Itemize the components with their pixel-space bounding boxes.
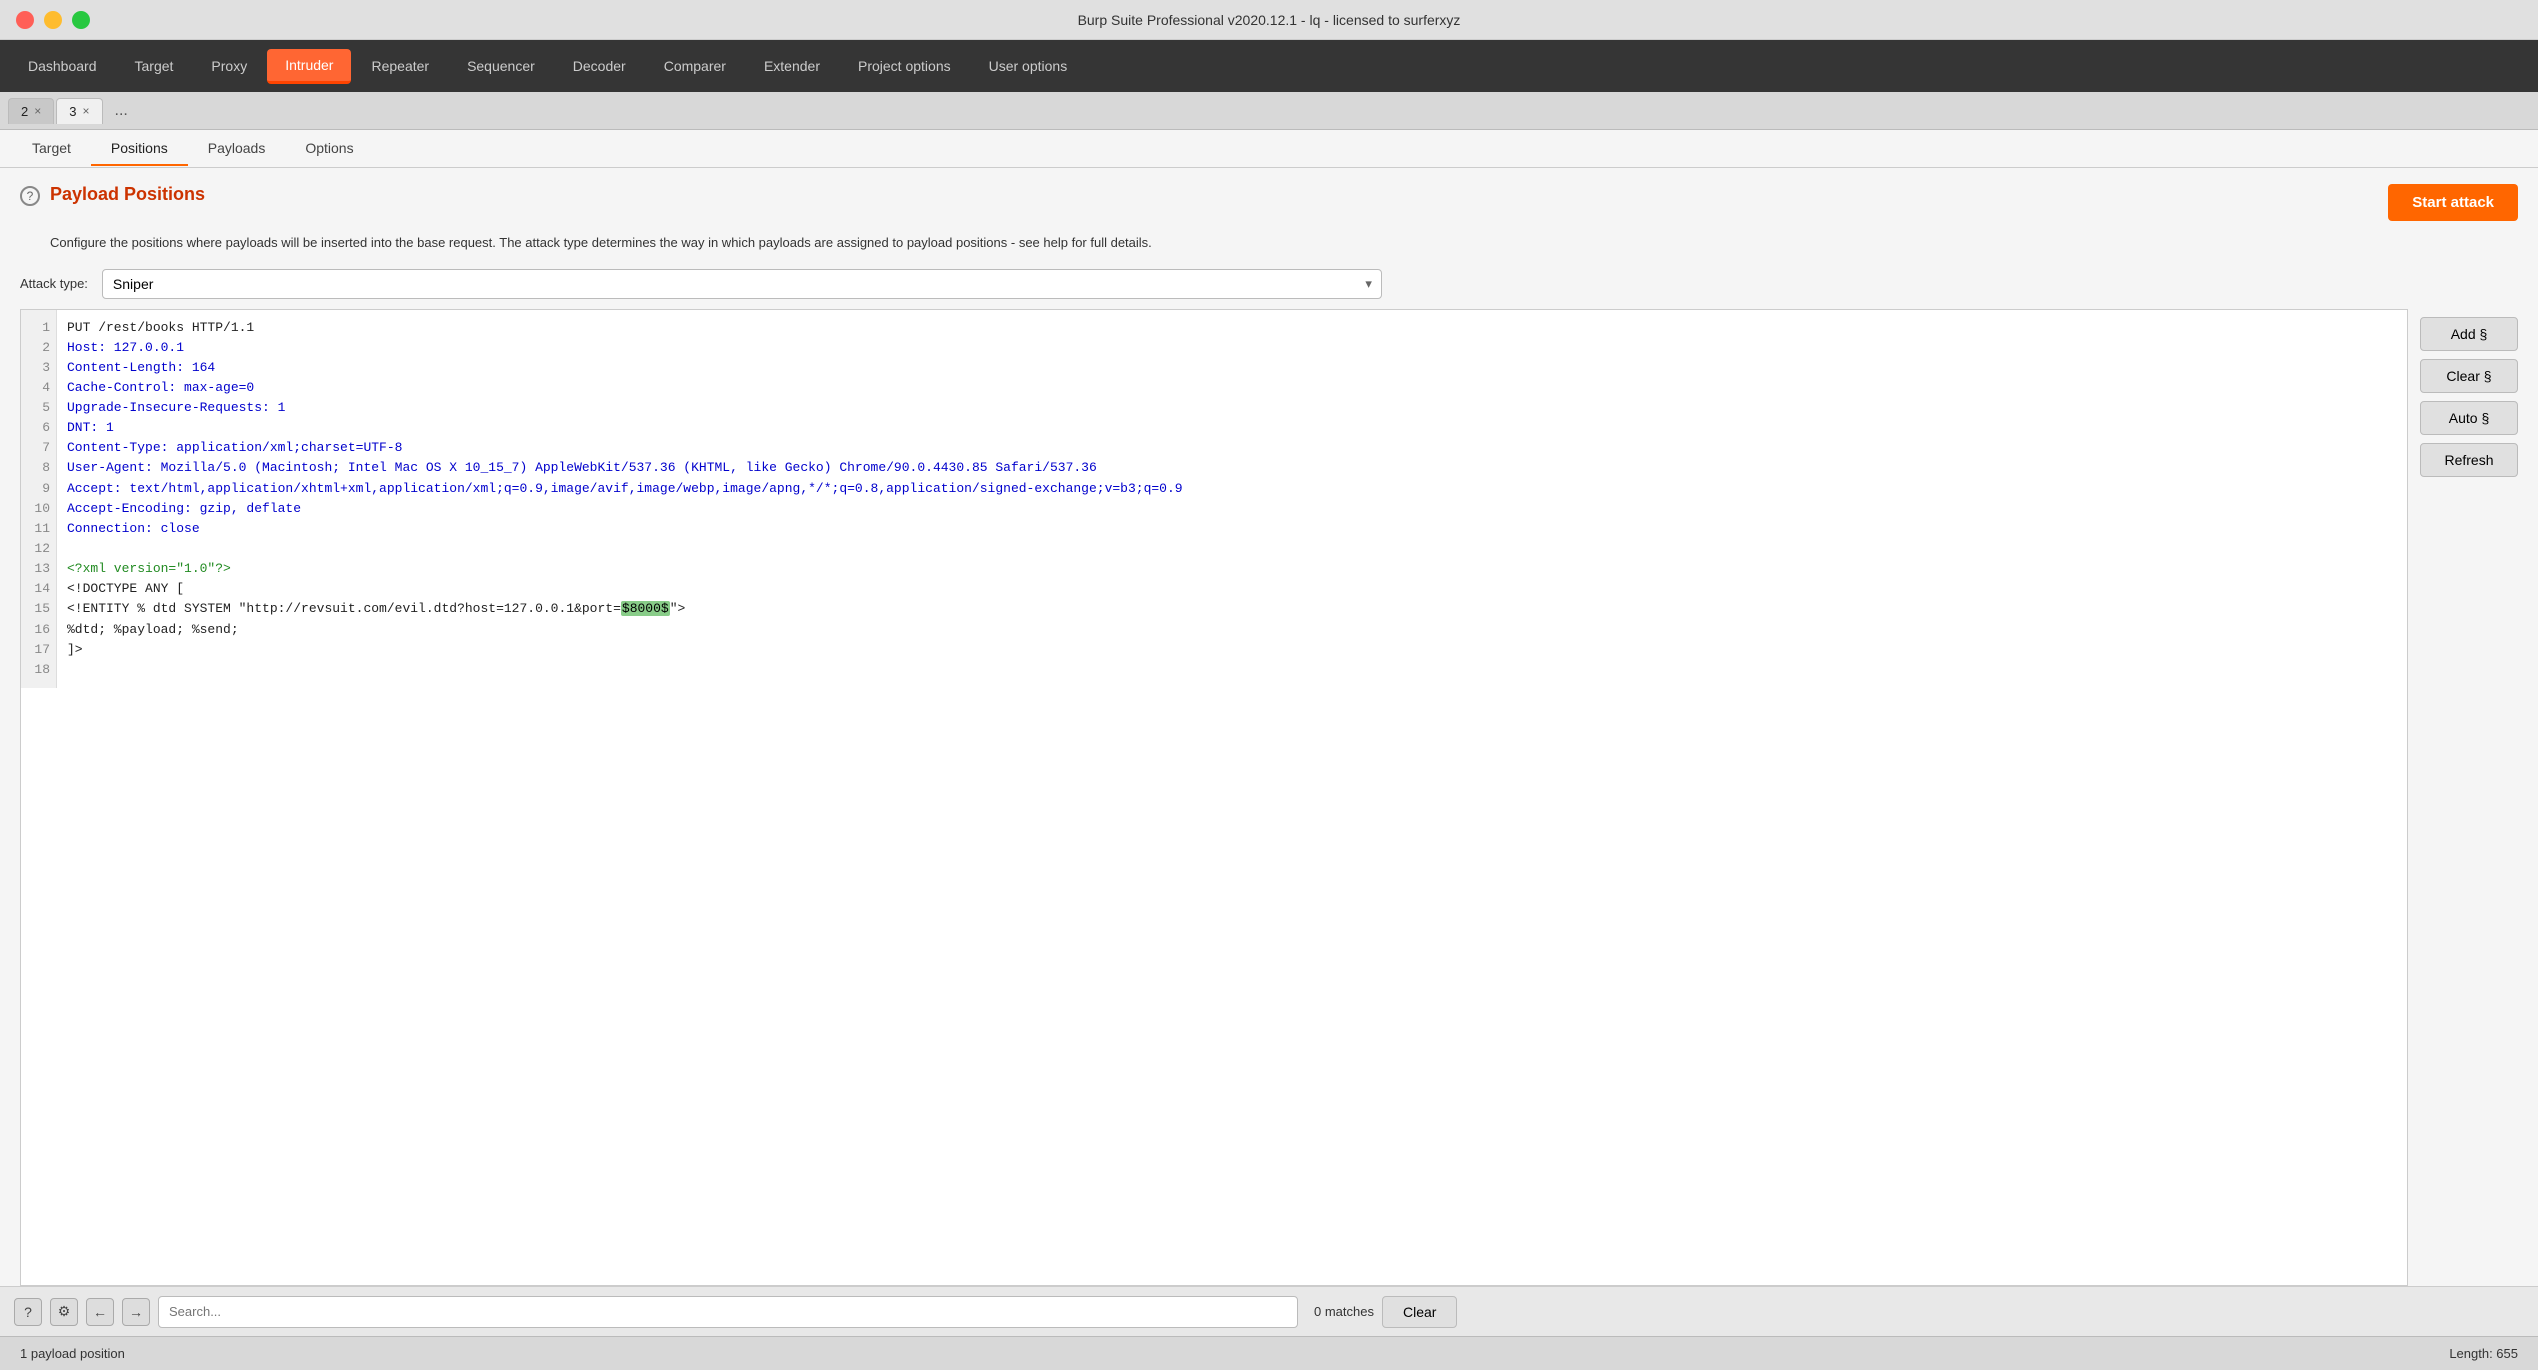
right-buttons: Add § Clear § Auto § Refresh <box>2408 309 2538 1287</box>
sub-tab-bar: Target Positions Payloads Options <box>0 130 2538 168</box>
title-bar: Burp Suite Professional v2020.12.1 - lq … <box>0 0 2538 40</box>
sub-tab-options[interactable]: Options <box>285 132 373 166</box>
sub-tab-positions[interactable]: Positions <box>91 132 188 166</box>
nav-repeater[interactable]: Repeater <box>353 50 447 82</box>
minimize-button[interactable] <box>44 11 62 29</box>
window-title: Burp Suite Professional v2020.12.1 - lq … <box>1078 12 1461 28</box>
attack-type-select[interactable]: Sniper Battering ram Pitchfork Cluster b… <box>102 269 1382 299</box>
status-bar: 1 payload position Length: 655 <box>0 1336 2538 1370</box>
nav-decoder[interactable]: Decoder <box>555 50 644 82</box>
window-controls[interactable] <box>16 11 90 29</box>
nav-user-options[interactable]: User options <box>971 50 1086 82</box>
nav-extender[interactable]: Extender <box>746 50 838 82</box>
close-button[interactable] <box>16 11 34 29</box>
tab-2-label: 2 <box>21 104 28 119</box>
nav-comparer[interactable]: Comparer <box>646 50 744 82</box>
refresh-button[interactable]: Refresh <box>2420 443 2518 477</box>
forward-icon[interactable]: → <box>122 1298 150 1326</box>
code-content[interactable]: PUT /rest/books HTTP/1.1Host: 127.0.0.1C… <box>57 310 2407 689</box>
nav-intruder[interactable]: Intruder <box>267 49 351 84</box>
nav-project-options[interactable]: Project options <box>840 50 969 82</box>
nav-sequencer[interactable]: Sequencer <box>449 50 553 82</box>
tab-3[interactable]: 3 × <box>56 98 102 124</box>
header-section: ? Payload Positions Start attack <box>0 168 2538 229</box>
sub-tab-target[interactable]: Target <box>12 132 91 166</box>
sub-tab-payloads[interactable]: Payloads <box>188 132 286 166</box>
description-text: Configure the positions where payloads w… <box>0 229 2538 263</box>
tab-3-close[interactable]: × <box>82 104 89 118</box>
clear-section-button[interactable]: Clear § <box>2420 359 2518 393</box>
attack-type-row: Attack type: Sniper Battering ram Pitchf… <box>0 263 2538 309</box>
attack-type-select-wrapper[interactable]: Sniper Battering ram Pitchfork Cluster b… <box>102 269 1382 299</box>
tab-more[interactable]: ... <box>105 97 138 125</box>
bottom-bar: ? ⚙ ← → 0 matches Clear <box>0 1286 2538 1336</box>
tab-2-close[interactable]: × <box>34 104 41 118</box>
code-editor[interactable]: 123 456 789 101112 131415 161718 PUT /re… <box>20 309 2408 1287</box>
start-attack-button[interactable]: Start attack <box>2388 184 2518 221</box>
help-bottom-icon[interactable]: ? <box>14 1298 42 1326</box>
nav-target[interactable]: Target <box>117 50 192 82</box>
section-title: Payload Positions <box>50 184 205 205</box>
tab-bar: 2 × 3 × ... <box>0 92 2538 130</box>
clear-button[interactable]: Clear <box>1382 1296 1457 1328</box>
tab-3-label: 3 <box>69 104 76 119</box>
payload-count: 1 payload position <box>20 1346 125 1361</box>
main-area: 123 456 789 101112 131415 161718 PUT /re… <box>0 309 2538 1287</box>
back-icon[interactable]: ← <box>86 1298 114 1326</box>
matches-text: 0 matches <box>1314 1304 1374 1319</box>
line-numbers: 123 456 789 101112 131415 161718 <box>21 310 57 689</box>
auto-section-button[interactable]: Auto § <box>2420 401 2518 435</box>
help-icon[interactable]: ? <box>20 186 40 206</box>
tab-2[interactable]: 2 × <box>8 98 54 124</box>
search-input[interactable] <box>158 1296 1298 1328</box>
maximize-button[interactable] <box>72 11 90 29</box>
nav-dashboard[interactable]: Dashboard <box>10 50 115 82</box>
add-section-button[interactable]: Add § <box>2420 317 2518 351</box>
nav-bar: Dashboard Target Proxy Intruder Repeater… <box>0 40 2538 92</box>
attack-type-label: Attack type: <box>20 276 88 291</box>
settings-icon[interactable]: ⚙ <box>50 1298 78 1326</box>
length-indicator: Length: 655 <box>2449 1346 2518 1361</box>
page-content: ? Payload Positions Start attack Configu… <box>0 168 2538 1336</box>
nav-proxy[interactable]: Proxy <box>193 50 265 82</box>
